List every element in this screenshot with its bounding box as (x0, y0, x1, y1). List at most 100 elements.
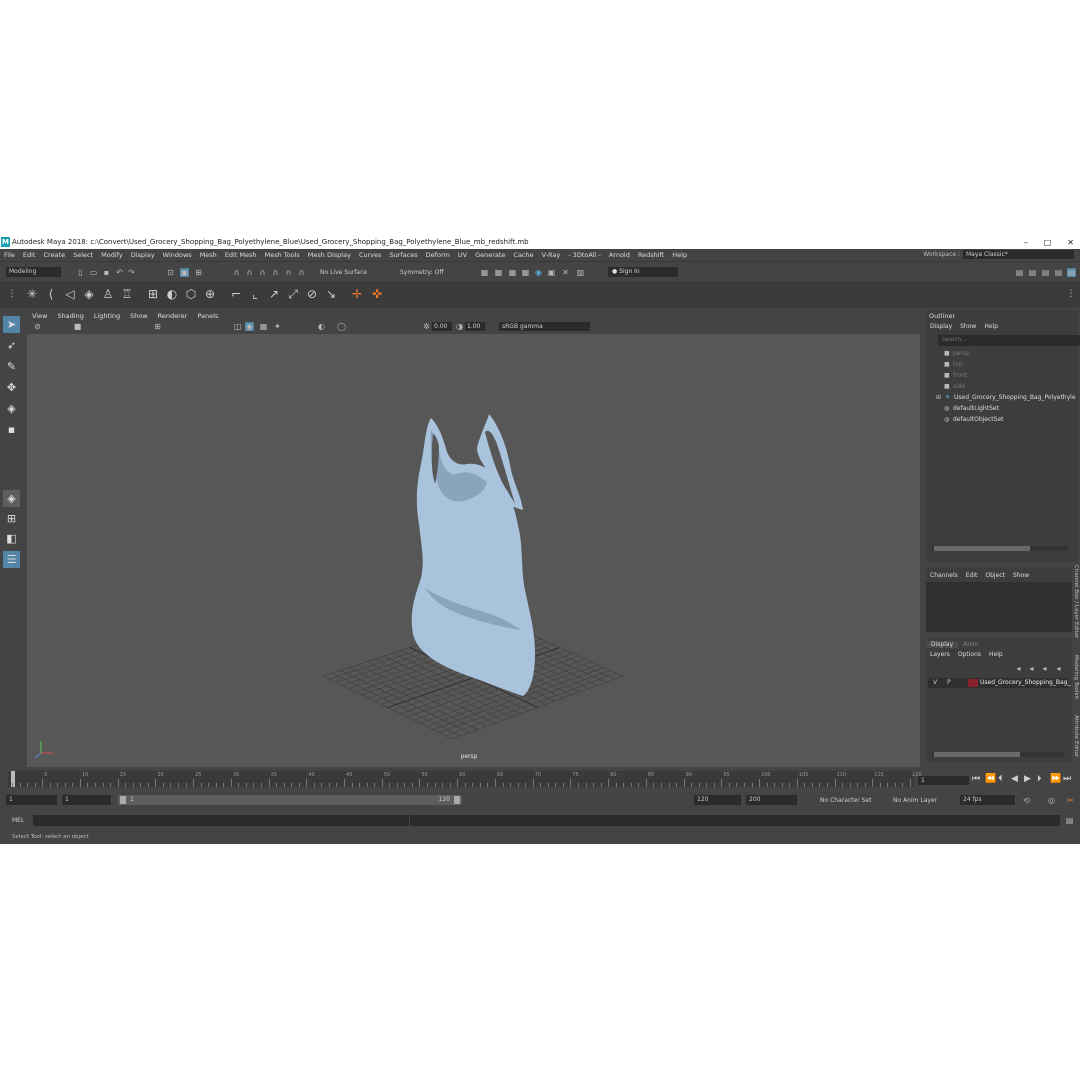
menu-surfaces[interactable]: Surfaces (386, 251, 422, 259)
viewport-menu-renderer[interactable]: Renderer (153, 312, 193, 320)
command-input[interactable] (33, 815, 409, 826)
viewport-menu-view[interactable]: View (27, 312, 52, 320)
menu-mesh-display[interactable]: Mesh Display (304, 251, 355, 259)
new-scene-icon[interactable]: ▯ (76, 268, 85, 277)
move-tool-icon[interactable]: ✥ (3, 379, 20, 396)
layer-scroll-thumb[interactable] (934, 752, 1020, 757)
select-object-icon[interactable]: ▣ (180, 268, 189, 277)
color-space-dropdown[interactable]: sRGB gamma (499, 322, 590, 331)
exposure-field[interactable]: 0.00 (432, 322, 452, 331)
menu-mesh-tools[interactable]: Mesh Tools (261, 251, 304, 259)
aim-constraint-icon[interactable]: ⌞ (248, 287, 262, 301)
menu-windows[interactable]: Windows (159, 251, 196, 259)
snap-view-icon[interactable]: ∩ (271, 268, 280, 277)
anim-prefs-icon[interactable]: ✂ (1066, 796, 1075, 805)
menu-modify[interactable]: Modify (97, 251, 127, 259)
step-forward-key-icon[interactable]: ⏩ (1050, 774, 1061, 784)
menu-mesh[interactable]: Mesh (196, 251, 221, 259)
isolate-select-icon[interactable]: ◐ (317, 322, 326, 331)
expand-icon[interactable]: ⊞ (936, 394, 945, 401)
sign-in-dropdown[interactable]: ● Sign In (608, 267, 678, 277)
skeleton-joint-icon[interactable]: ✳ (25, 287, 39, 301)
range-slider-bar[interactable]: 1 120 (118, 795, 462, 805)
time-slider-track[interactable]: 5 10 15 20 25 30 35 40 45 50 55 60 65 70 75 80 85 90 95 100… (8, 771, 922, 787)
script-language-label[interactable]: MEL (12, 817, 24, 824)
orient-constraint-icon[interactable]: ↗ (267, 287, 281, 301)
layer-row[interactable]: V P Used_Grocery_Shopping_Bag_ (928, 678, 1070, 688)
viewport-menu-panels[interactable]: Panels (192, 312, 223, 320)
bag-body[interactable] (411, 418, 535, 696)
locator-icon[interactable]: ✛ (350, 287, 364, 301)
snap-surface-icon[interactable]: ∩ (284, 268, 293, 277)
side-tab-channel-box[interactable]: Channel Box / Layer Editor (1073, 565, 1079, 638)
open-scene-icon[interactable]: ▭ (89, 268, 98, 277)
menu-generate[interactable]: Generate (471, 251, 509, 259)
range-end-handle[interactable] (454, 796, 460, 804)
menu-deform[interactable]: Deform (422, 251, 454, 259)
layer-menu-help[interactable]: Help (985, 651, 1007, 658)
render-frame-icon[interactable]: ▦ (480, 268, 489, 277)
character-set-dropdown[interactable]: No Character Set (820, 797, 871, 804)
playback-end-field[interactable]: 120 (694, 795, 741, 805)
channel-menu-channels[interactable]: Channels (926, 572, 962, 579)
layer-color-swatch[interactable] (968, 679, 978, 687)
layer-move-up-icon[interactable]: ◂ (1014, 664, 1023, 673)
sculpt-deformer-icon[interactable]: ⊕ (203, 287, 217, 301)
outliner-item-top[interactable]: ■ top (944, 361, 963, 368)
character-icon[interactable]: ♖ (120, 287, 134, 301)
workspace-dropdown[interactable]: Maya Classic* (963, 250, 1074, 259)
layer-visibility-toggle[interactable]: V (933, 678, 937, 688)
close-button[interactable]: ✕ (1067, 238, 1074, 247)
side-tab-attribute-editor[interactable]: Attribute Editor (1073, 715, 1079, 757)
loop-icon[interactable]: ⟲ (1022, 796, 1031, 805)
viewport-menu-lighting[interactable]: Lighting (89, 312, 125, 320)
lasso-tool-icon[interactable]: ➶ (3, 337, 20, 354)
fps-dropdown[interactable]: 24 fps (960, 795, 1015, 805)
side-by-side-layout-icon[interactable]: ◧ (3, 530, 20, 547)
locator-alt-icon[interactable]: ✜ (370, 287, 384, 301)
shopping-bag-mesh[interactable] (411, 414, 535, 696)
snap-grid-icon[interactable]: ∩ (232, 268, 241, 277)
attribute-editor-icon[interactable]: ▤ (1028, 268, 1037, 277)
step-forward-frame-icon[interactable]: ⏵ (1037, 774, 1042, 784)
gamma-icon[interactable]: ◑ (455, 322, 464, 331)
menu-file[interactable]: File (0, 251, 19, 259)
layer-menu-layers[interactable]: Layers (926, 651, 954, 658)
redo-icon[interactable]: ↷ (127, 268, 136, 277)
exposure-icon[interactable]: ✲ (422, 322, 431, 331)
live-surface-field[interactable]: No Live Surface (320, 269, 367, 276)
outliner-scrollbar[interactable] (932, 546, 1068, 551)
menu-vray[interactable]: V-Ray (538, 251, 565, 259)
go-to-start-icon[interactable]: ⏮ (972, 774, 980, 784)
shelf-grip-icon[interactable]: ⋮ (5, 287, 19, 301)
wireframe-icon[interactable]: ◫ (233, 322, 242, 331)
outliner-menu-help[interactable]: Help (980, 323, 1002, 330)
select-hierarchy-icon[interactable]: ⊡ (166, 268, 175, 277)
ik-spline-icon[interactable]: ◁ (63, 287, 77, 301)
outliner-item-front[interactable]: ■ front (944, 372, 967, 379)
ik-handle-icon[interactable]: ⟨ (44, 287, 58, 301)
menu-uv[interactable]: UV (454, 251, 471, 259)
channel-menu-object[interactable]: Object (981, 572, 1009, 579)
xray-icon[interactable]: ◯ (337, 322, 346, 331)
bind-skin-icon[interactable]: ◈ (82, 287, 96, 301)
viewport-menu-shading[interactable]: Shading (52, 312, 88, 320)
layer-playback-toggle[interactable]: P (947, 678, 951, 688)
camera-icon[interactable]: ■ (73, 322, 82, 331)
symmetry-field[interactable]: Symmetry: Off (400, 269, 443, 276)
range-start-handle[interactable] (120, 796, 126, 804)
menu-create[interactable]: Create (39, 251, 69, 259)
mode-dropdown[interactable]: Modeling (6, 267, 61, 277)
menu-cache[interactable]: Cache (509, 251, 537, 259)
ipr-render-icon[interactable]: ▦ (508, 268, 517, 277)
scale-constraint-icon[interactable]: ⤢ (286, 287, 300, 301)
shelf-menu-icon[interactable]: ⋮ (1064, 287, 1078, 301)
vray-icon[interactable]: ✕ (561, 268, 570, 277)
parent-constraint-icon[interactable]: ⊘ (305, 287, 319, 301)
current-frame-field[interactable]: 1 (918, 776, 969, 785)
anim-layer-dropdown[interactable]: No Anim Layer (893, 797, 937, 804)
paint-select-icon[interactable]: ✎ (3, 358, 20, 375)
undo-icon[interactable]: ↶ (115, 268, 124, 277)
select-tool-icon[interactable]: ➤ (3, 316, 20, 333)
snap-curve-icon[interactable]: ∩ (245, 268, 254, 277)
